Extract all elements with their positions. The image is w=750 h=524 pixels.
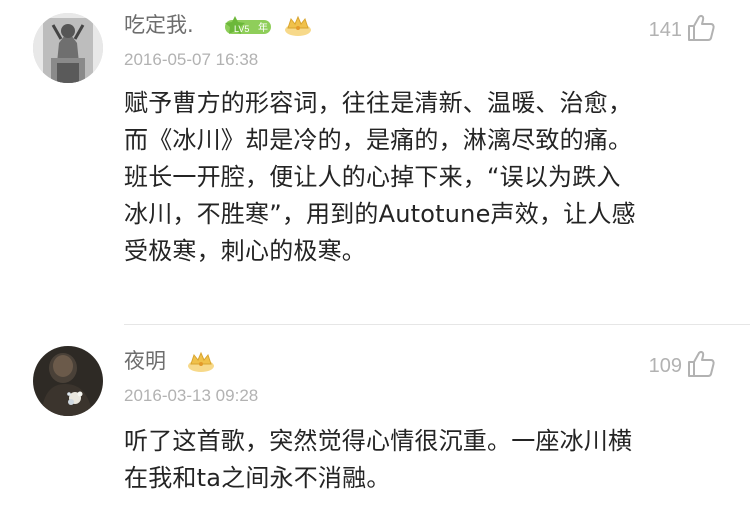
- like-button[interactable]: 141: [649, 15, 716, 45]
- avatar[interactable]: [33, 13, 103, 83]
- like-button[interactable]: 109: [649, 351, 716, 381]
- comment-line: 冰川，不胜寒”，用到的Autotune声效，让人感: [124, 200, 636, 228]
- comment-line: 班长一开腔，便让人的心掉下来，“误以为跌入: [124, 163, 621, 191]
- level-badge-icon: LV5 年: [225, 14, 271, 42]
- crown-icon: [186, 351, 216, 377]
- divider: [124, 324, 750, 325]
- username[interactable]: 吃定我.: [124, 13, 194, 37]
- like-count: 141: [648, 18, 682, 41]
- crown-icon: [283, 15, 313, 41]
- comment-line: 而《冰川》却是冷的，是痛的，淋漓尽致的痛。: [124, 126, 633, 154]
- comment-line: 赋予曹方的形容词，往往是清新、温暖、治愈，: [124, 89, 633, 117]
- thumbs-up-icon: [686, 13, 716, 47]
- comment-line: 听了这首歌，突然觉得心情很沉重。一座冰川横: [124, 427, 633, 455]
- username[interactable]: 夜明: [124, 349, 166, 373]
- level-badge-suffix: 年: [258, 21, 268, 34]
- comment-line: 受极寒，刺心的极寒。: [124, 237, 366, 265]
- like-count: 109: [648, 354, 682, 377]
- timestamp: 2016-05-07 16:38: [124, 50, 259, 69]
- comment-text: 赋予曹方的形容词，往往是清新、温暖、治愈， 而《冰川》却是冷的，是痛的，淋漓尽致…: [124, 85, 724, 270]
- comment-line: 在我和ta之间永不消融。: [124, 464, 391, 492]
- thumbs-up-icon: [686, 349, 716, 383]
- avatar[interactable]: [33, 346, 103, 416]
- comment-text: 听了这首歌，突然觉得心情很沉重。一座冰川横 在我和ta之间永不消融。: [124, 423, 724, 497]
- level-badge-text: LV5: [234, 24, 249, 34]
- timestamp: 2016-03-13 09:28: [124, 386, 259, 405]
